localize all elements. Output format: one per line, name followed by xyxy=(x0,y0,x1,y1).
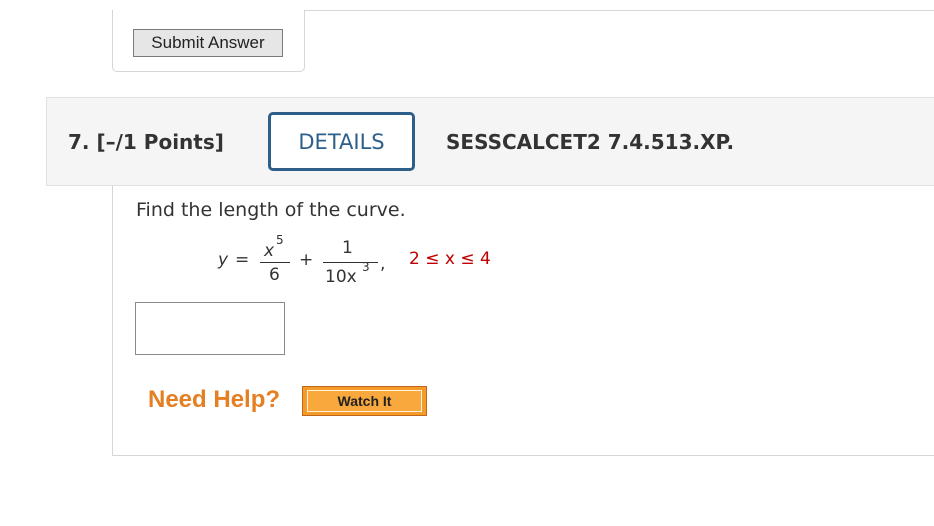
question-number: 7. [–/1 Points] xyxy=(68,130,224,154)
need-help-label: Need Help? xyxy=(148,386,281,413)
watch-it-label: Watch It xyxy=(307,390,422,412)
previous-question-divider xyxy=(305,10,934,11)
question-code: SESSCALCET2 7.4.513.XP. xyxy=(446,130,735,154)
submit-answer-button[interactable]: Submit Answer xyxy=(133,29,283,57)
answer-input[interactable] xyxy=(135,302,285,355)
watch-it-button[interactable]: Watch It xyxy=(302,386,427,416)
details-button[interactable]: DETAILS xyxy=(268,112,415,171)
question-prompt: Find the length of the curve. xyxy=(136,199,406,221)
